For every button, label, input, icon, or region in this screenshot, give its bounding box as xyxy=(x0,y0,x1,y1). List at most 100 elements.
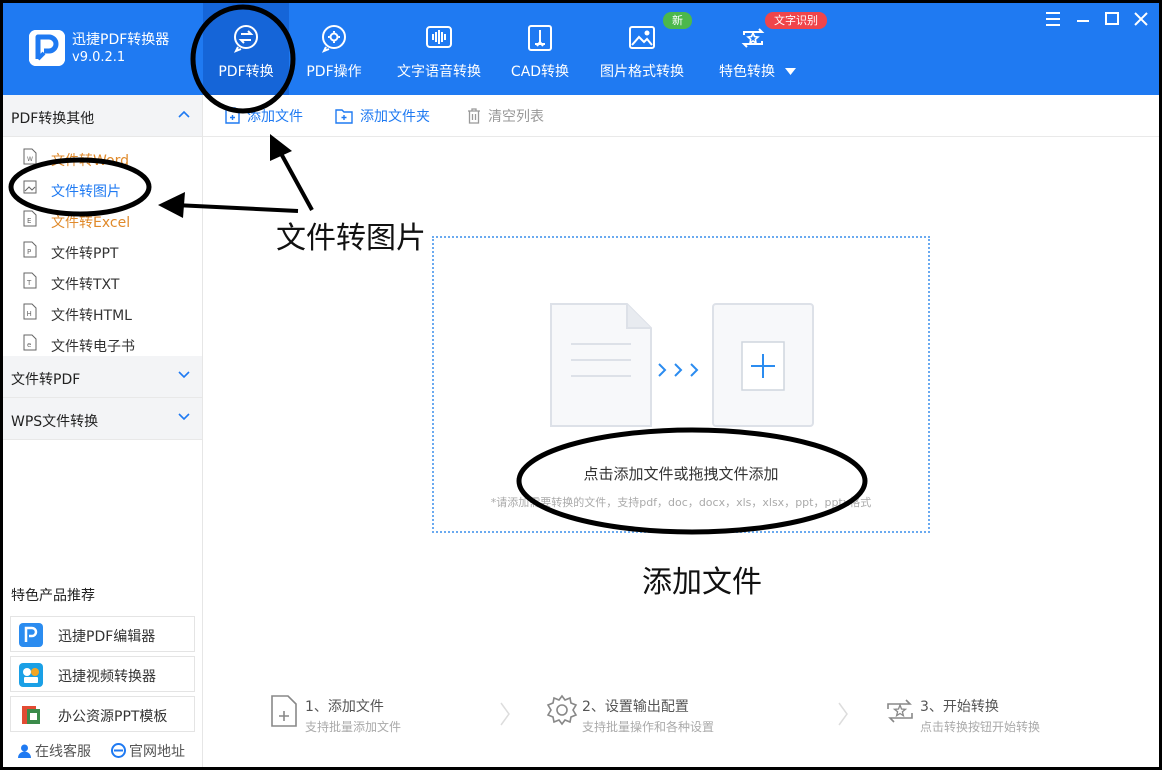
sidebar-item-excel[interactable]: E 文件转Excel xyxy=(3,204,202,235)
step-title: 3、开始转换 xyxy=(920,699,999,715)
tab-cad[interactable]: CAD转换 xyxy=(503,3,577,95)
sidebar-item-label: 文件转PPT xyxy=(51,246,119,262)
tab-label: 文字语音转换 xyxy=(397,64,481,80)
section-pdf-convert-other[interactable]: PDF转换其他 xyxy=(3,95,202,137)
close-icon[interactable] xyxy=(1130,9,1152,29)
add-file-icon xyxy=(225,107,240,124)
chevron-right-icon xyxy=(838,702,848,726)
sidebar-item-label: 文件转Word xyxy=(51,153,129,169)
header-bar: 迅捷PDF转换器 v9.0.2.1 PDF转换 PDF操作 文字语音转换 CAD… xyxy=(3,3,1159,95)
svg-text:W: W xyxy=(27,156,33,163)
minimize-icon[interactable] xyxy=(1072,9,1094,29)
html-file-icon: H xyxy=(23,303,37,320)
promo-label: 办公资源PPT模板 xyxy=(58,709,168,725)
sidebar-item-ebook[interactable]: e 文件转电子书 xyxy=(3,328,202,359)
app-name: 迅捷PDF转换器 xyxy=(72,32,170,48)
step-subtitle: 支持批量添加文件 xyxy=(305,720,402,734)
sidebar-item-label: 文件转HTML xyxy=(51,308,132,324)
audio-wave-icon xyxy=(426,26,452,48)
chevron-right-icon xyxy=(500,702,510,726)
sidebar-item-image[interactable]: 文件转图片 xyxy=(3,173,202,204)
section-file-to-pdf[interactable]: 文件转PDF xyxy=(3,356,202,398)
pdf-operation-icon xyxy=(321,25,346,53)
ebook-file-icon: e xyxy=(23,334,37,351)
video-converter-icon xyxy=(19,663,43,687)
tab-label: CAD转换 xyxy=(510,64,570,80)
settings-gear-icon xyxy=(546,694,578,726)
add-file-button[interactable]: 添加文件 xyxy=(225,106,303,126)
tab-pdf-convert[interactable]: PDF转换 xyxy=(203,3,289,95)
section-wps-convert[interactable]: WPS文件转换 xyxy=(3,398,202,440)
chevron-down-icon xyxy=(178,413,190,421)
file-drop-zone[interactable]: 点击添加文件或拖拽文件添加 *请添加需要转换的文件，支持pdf，doc，docx… xyxy=(432,236,930,533)
clear-list-label: 清空列表 xyxy=(488,109,544,125)
image-file-icon xyxy=(23,180,37,194)
app-window: 迅捷PDF转换器 v9.0.2.1 PDF转换 PDF操作 文字语音转换 CAD… xyxy=(3,3,1159,767)
toolbar: 添加文件 添加文件夹 清空列表 xyxy=(203,95,1159,137)
drop-zone-hint: 点击添加文件或拖拽文件添加 xyxy=(583,465,779,483)
cad-icon xyxy=(528,25,552,51)
online-service-label: 在线客服 xyxy=(35,744,91,760)
website-label: 官网地址 xyxy=(129,744,185,760)
promo-video-converter[interactable]: 迅捷视频转换器 xyxy=(10,656,195,692)
tab-label: 特色转换 xyxy=(719,64,775,80)
add-folder-icon xyxy=(335,109,353,124)
svg-text:e: e xyxy=(27,341,31,349)
step-title: 2、设置输出配置 xyxy=(582,699,689,715)
sidebar-item-txt[interactable]: T 文件转TXT xyxy=(3,266,202,297)
app-version: v9.0.2.1 xyxy=(72,50,126,65)
tab-label: 图片格式转换 xyxy=(600,64,684,80)
svg-text:E: E xyxy=(27,217,31,225)
promo-pdf-editor[interactable]: 迅捷PDF编辑器 xyxy=(10,616,195,652)
app-logo xyxy=(29,30,65,66)
sidebar-item-html[interactable]: H 文件转HTML xyxy=(3,297,202,328)
clear-list-button[interactable]: 清空列表 xyxy=(467,106,544,126)
add-file-step-icon xyxy=(271,695,297,727)
pdf-editor-icon xyxy=(19,623,43,647)
word-file-icon: W xyxy=(23,148,37,165)
sidebar-item-label: 文件转电子书 xyxy=(51,339,135,355)
menu-icon[interactable] xyxy=(1042,9,1064,29)
add-file-label: 添加文件 xyxy=(247,109,303,125)
sidebar: PDF转换其他 W 文件转Word 文件转图片 E 文件转Excel P 文件转… xyxy=(3,95,203,767)
svg-text:H: H xyxy=(27,310,32,318)
step-title: 1、添加文件 xyxy=(305,699,384,715)
svg-text:P: P xyxy=(27,248,31,256)
tab-pdf-operation[interactable]: PDF操作 xyxy=(293,3,375,95)
add-folder-label: 添加文件夹 xyxy=(360,109,430,125)
svg-text:T: T xyxy=(26,279,32,287)
maximize-icon[interactable] xyxy=(1101,9,1123,29)
section-title: PDF转换其他 xyxy=(11,111,95,127)
step-subtitle: 点击转换按钮开始转换 xyxy=(920,720,1041,734)
annotation-label-add: 添加文件 xyxy=(642,565,762,600)
ppt-file-icon: P xyxy=(23,241,37,258)
add-folder-button[interactable]: 添加文件夹 xyxy=(335,106,430,126)
promo-ppt-template[interactable]: 办公资源PPT模板 xyxy=(10,696,195,732)
tab-label: PDF操作 xyxy=(306,64,362,80)
ocr-badge: 文字识别 xyxy=(765,12,827,29)
online-service-link[interactable]: 在线客服 xyxy=(17,741,91,761)
chevron-down-icon xyxy=(178,371,190,379)
chevron-down-icon xyxy=(785,68,796,75)
pdf-convert-icon xyxy=(233,25,258,53)
sidebar-item-word[interactable]: W 文件转Word xyxy=(3,142,202,173)
section-title: 文件转PDF xyxy=(11,372,81,388)
sidebar-item-ppt[interactable]: P 文件转PPT xyxy=(3,235,202,266)
start-convert-icon xyxy=(887,699,913,723)
drop-zone-subtext: *请添加需要转换的文件，支持pdf，doc，docx，xls，xlsx，ppt，… xyxy=(490,496,872,509)
trash-icon xyxy=(468,108,480,124)
step-subtitle: 支持批量操作和各种设置 xyxy=(582,720,715,734)
txt-file-icon: T xyxy=(23,272,37,289)
sidebar-item-label: 文件转Excel xyxy=(51,215,131,231)
sidebar-item-label: 文件转TXT xyxy=(51,277,120,293)
promo-title: 特色产品推荐 xyxy=(11,588,95,604)
tab-text-voice[interactable]: 文字语音转换 xyxy=(391,3,487,95)
customer-service-icon xyxy=(18,744,31,758)
promo-label: 迅捷视频转换器 xyxy=(58,669,156,685)
promo-label: 迅捷PDF编辑器 xyxy=(58,629,156,645)
main-panel: 添加文件 添加文件夹 清空列表 点击添加文件或拖拽文件添加 *请添加需要转换的文… xyxy=(203,95,1159,767)
ppt-template-icon xyxy=(22,706,40,724)
website-link[interactable]: 官网地址 xyxy=(111,741,185,761)
chevron-up-icon xyxy=(178,110,190,118)
special-convert-icon xyxy=(741,28,765,48)
